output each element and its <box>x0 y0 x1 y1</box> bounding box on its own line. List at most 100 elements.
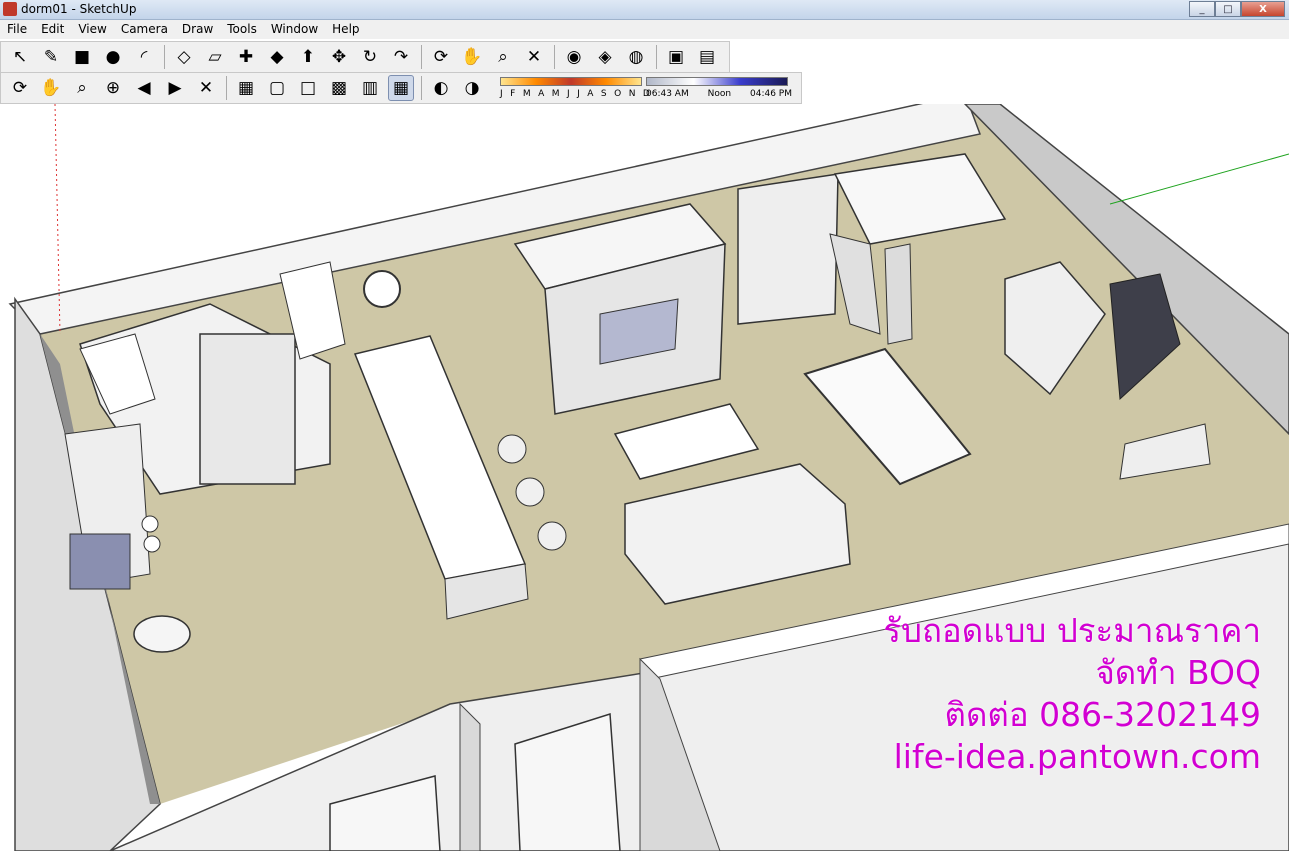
google-earth-tool-button[interactable]: ◍ <box>623 44 649 70</box>
rectangle-icon: ■ <box>73 46 91 67</box>
eraser-tool-button[interactable]: ▱ <box>202 44 228 70</box>
menu-camera[interactable]: Camera <box>114 20 175 39</box>
get-models-tool-button[interactable]: ◉ <box>561 44 587 70</box>
wireframe-tool-button[interactable]: ▢ <box>264 75 290 101</box>
tape-measure-icon: ✚ <box>238 46 254 67</box>
stove-burner <box>141 515 159 533</box>
month-label: J <box>500 89 503 99</box>
make-component-tool-button[interactable]: ◇ <box>171 44 197 70</box>
wall-clock <box>363 270 401 308</box>
bar-stool <box>515 477 545 507</box>
green-axis <box>1109 153 1289 205</box>
monochrome-tool-button[interactable]: ▦ <box>388 75 414 101</box>
shaded-tool-button[interactable]: ▩ <box>326 75 352 101</box>
time-mid-label: Noon <box>707 89 732 99</box>
circle-icon: ● <box>105 46 121 67</box>
month-label: S <box>600 89 607 99</box>
minimize-button[interactable]: _ <box>1189 1 1215 17</box>
pencil-tool-button[interactable]: ✎ <box>38 44 64 70</box>
rotate-icon: ↻ <box>362 46 378 67</box>
toolbar-separator <box>164 45 165 69</box>
google-earth-icon: ◍ <box>628 46 644 67</box>
select-tool-button[interactable]: ↖ <box>7 44 33 70</box>
rotate-tool-button[interactable]: ↻ <box>357 44 383 70</box>
zoom-window-tool-button[interactable]: ⊕ <box>100 75 126 101</box>
get-models-icon: ◉ <box>566 46 582 67</box>
wireframe-icon: ▢ <box>268 77 286 98</box>
toolbar-separator <box>656 45 657 69</box>
shaded-textures-icon: ▥ <box>361 77 379 98</box>
shadow-settings-icon: ◐ <box>433 77 449 98</box>
3d-model-viewport[interactable]: รับถอดแบบ ประมาณราคา จัดทำ BOQ ติดต่อ 08… <box>0 104 1289 851</box>
toolbar-separator <box>421 76 422 100</box>
move-icon: ✥ <box>331 46 347 67</box>
month-label: O <box>614 89 622 99</box>
orbit-icon: ⟳ <box>12 77 28 98</box>
zoom-tool-button[interactable]: ⌕ <box>490 44 516 70</box>
overlay-line-2: จัดทำ BOQ <box>1095 653 1261 692</box>
maximize-button[interactable]: □ <box>1215 1 1241 17</box>
month-slider[interactable] <box>500 77 642 86</box>
orbit-tool-button[interactable]: ⟳ <box>428 44 454 70</box>
overlay-line-1: รับถอดแบบ ประมาณราคา <box>883 611 1261 650</box>
month-label: M <box>522 89 531 99</box>
zoom-icon: ⌕ <box>77 77 87 98</box>
make-component-icon: ◇ <box>177 46 191 67</box>
share-model-tool-button[interactable]: ◈ <box>592 44 618 70</box>
menu-tools[interactable]: Tools <box>220 20 264 39</box>
bar-stool <box>537 521 567 551</box>
menu-file[interactable]: File <box>0 20 34 39</box>
menu-help[interactable]: Help <box>325 20 366 39</box>
arc-icon: ◜ <box>140 46 148 67</box>
stove-burner <box>143 535 161 553</box>
menu-bar: File Edit View Camera Draw Tools Window … <box>0 20 1289 39</box>
display-shadows-icon: ◑ <box>464 77 480 98</box>
zoom-extents-tool-button[interactable]: ✕ <box>521 44 547 70</box>
zoom-tool-button[interactable]: ⌕ <box>69 75 95 101</box>
x-ray-tool-button[interactable]: ▦ <box>233 75 259 101</box>
pan-tool-button[interactable]: ✋ <box>38 75 64 101</box>
zoom-icon: ⌕ <box>498 46 508 67</box>
circle-tool-button[interactable]: ● <box>100 44 126 70</box>
menu-edit[interactable]: Edit <box>34 20 71 39</box>
camera-style-shadow-toolbar: ⟳ ✋ ⌕ ⊕ ◀ ▶ ✕ ▦ ▢ □ ▩ ▥ ▦ ◐ ◑ JFMAMJJASOND 06:43 AM … <box>0 72 802 104</box>
month-label: J <box>577 89 580 99</box>
range-hood <box>69 533 131 590</box>
orbit-tool-button[interactable]: ⟳ <box>7 75 33 101</box>
shaded-textures-tool-button[interactable]: ▥ <box>357 75 383 101</box>
follow-me-tool-button[interactable]: ↷ <box>388 44 414 70</box>
menu-view[interactable]: View <box>71 20 113 39</box>
tape-measure-tool-button[interactable]: ✚ <box>233 44 259 70</box>
shadow-settings-tool-button[interactable]: ◐ <box>428 75 454 101</box>
display-shadows-tool-button[interactable]: ◑ <box>459 75 485 101</box>
previous-view-tool-button[interactable]: ◀ <box>131 75 157 101</box>
time-slider[interactable] <box>646 77 788 86</box>
arc-tool-button[interactable]: ◜ <box>131 44 157 70</box>
monochrome-icon: ▦ <box>392 77 410 98</box>
next-view-tool-button[interactable]: ▶ <box>162 75 188 101</box>
pan-tool-button[interactable]: ✋ <box>459 44 485 70</box>
menu-draw[interactable]: Draw <box>175 20 220 39</box>
share-component-tool-button[interactable]: ▤ <box>694 44 720 70</box>
rectangle-tool-button[interactable]: ■ <box>69 44 95 70</box>
menu-window[interactable]: Window <box>264 20 325 39</box>
title-bar: dorm01 - SketchUp _ □ X <box>0 0 1289 20</box>
contact-overlay-text: รับถอดแบบ ประมาณราคา จัดทำ BOQ ติดต่อ 08… <box>883 610 1261 778</box>
fridge <box>199 333 296 485</box>
get-components-tool-button[interactable]: ▣ <box>663 44 689 70</box>
push-pull-icon: ⬆ <box>300 46 316 67</box>
hidden-line-tool-button[interactable]: □ <box>295 75 321 101</box>
overlay-line-4: life-idea.pantown.com <box>893 737 1261 776</box>
paint-bucket-icon: ◆ <box>270 46 284 67</box>
paint-bucket-tool-button[interactable]: ◆ <box>264 44 290 70</box>
room-divider-1 <box>459 702 481 851</box>
eraser-icon: ▱ <box>208 46 222 67</box>
move-tool-button[interactable]: ✥ <box>326 44 352 70</box>
zoom-extents-tool-button[interactable]: ✕ <box>193 75 219 101</box>
push-pull-tool-button[interactable]: ⬆ <box>295 44 321 70</box>
pan-icon: ✋ <box>461 46 483 67</box>
sketchup-app-icon <box>3 2 17 16</box>
bunk-ladder <box>884 243 913 345</box>
close-button[interactable]: X <box>1241 1 1285 17</box>
previous-view-icon: ◀ <box>137 77 151 98</box>
